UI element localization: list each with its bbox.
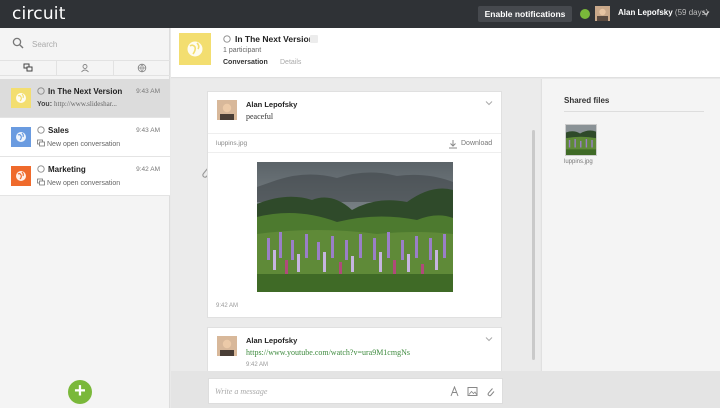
open-conversation-icon <box>37 165 45 173</box>
attach-file-icon[interactable] <box>485 386 496 397</box>
globe-icon <box>16 132 26 142</box>
tab-people[interactable] <box>57 61 114 75</box>
globe-icon <box>137 63 147 73</box>
tab-conversations[interactable] <box>0 61 57 75</box>
participant-count[interactable]: 1 participant <box>223 47 261 54</box>
shared-files-divider <box>564 111 704 112</box>
new-conversation-icon <box>37 178 45 186</box>
conversation-item[interactable]: Marketing 9:42 AM New open conversation <box>0 157 170 196</box>
conversation-title: Sales <box>48 126 69 135</box>
message-text: peaceful <box>246 112 274 121</box>
conversation-item[interactable]: Sales 9:43 AM New open conversation <box>0 118 170 157</box>
sidebar: In The Next Version 9:43 AM You: http://… <box>0 28 170 408</box>
shared-files-panel: Shared files luppins.jpg <box>541 79 720 371</box>
tab-details[interactable]: Details <box>280 59 301 66</box>
message-card: Alan Lepofsky https://www.youtube.com/wa… <box>207 327 502 371</box>
conversation-item[interactable]: In The Next Version 9:43 AM You: http://… <box>0 79 170 118</box>
conversation-preview: New open conversation <box>37 178 163 187</box>
open-conversation-icon <box>37 87 45 95</box>
message-time: 9:42 AM <box>216 303 239 309</box>
author-name: Alan Lepofsky <box>246 336 298 345</box>
message-time: 9:42 AM <box>246 362 269 368</box>
shared-files-title: Shared files <box>564 96 610 105</box>
new-conversation-icon <box>37 139 45 147</box>
conversation-time: 9:42 AM <box>136 166 160 173</box>
enable-notifications-button[interactable]: Enable notifications <box>478 6 572 22</box>
globe-icon <box>16 93 26 103</box>
message-menu-chevron-down-icon[interactable] <box>485 99 493 107</box>
tab-conversation[interactable]: Conversation <box>223 59 268 66</box>
search-icon <box>12 37 24 49</box>
shared-file-name[interactable]: luppins.jpg <box>564 159 593 165</box>
user-name[interactable]: Alan Lepofsky (59 days) <box>618 8 708 17</box>
shared-file-thumbnail[interactable] <box>565 124 597 156</box>
tab-open-conversations[interactable] <box>114 61 170 75</box>
open-conversation-icon <box>223 35 231 43</box>
author-avatar <box>217 336 237 356</box>
image-icon[interactable] <box>467 386 478 397</box>
conversation-time: 9:43 AM <box>136 88 160 95</box>
stream-scrollbar[interactable] <box>532 130 535 360</box>
attached-photo[interactable] <box>257 162 453 292</box>
search-row <box>0 28 170 60</box>
conversations-icon <box>23 63 33 72</box>
conversation-title: In The Next Version <box>235 34 314 44</box>
conversation-preview: New open conversation <box>37 139 163 148</box>
conversation-title: In The Next Version <box>48 87 123 96</box>
conversation-avatar <box>11 127 31 147</box>
user-menu-chevron-down-icon[interactable] <box>702 9 710 17</box>
attachment-file-name[interactable]: luppins.jpg <box>216 140 247 147</box>
user-avatar[interactable] <box>595 6 610 21</box>
conversation-avatar <box>11 88 31 108</box>
message-card: Alan Lepofsky peaceful luppins.jpg Downl… <box>207 91 502 318</box>
composer-box <box>208 378 503 404</box>
conversation-avatar <box>179 33 211 65</box>
top-bar: circuit Enable notifications Alan Lepofs… <box>0 0 720 28</box>
globe-icon <box>16 171 26 181</box>
download-icon[interactable] <box>448 139 458 149</box>
people-icon <box>81 64 89 73</box>
app-logo: circuit <box>12 4 66 24</box>
globe-icon <box>187 41 203 57</box>
add-conversation-button[interactable]: + <box>68 380 92 404</box>
search-input[interactable] <box>32 36 152 52</box>
conversation-preview: You: http://www.slideshar... <box>37 100 117 108</box>
message-link[interactable]: https://www.youtube.com/watch?v=ura9M1cm… <box>246 348 410 357</box>
conversation-header: In The Next Version 1 participant Conver… <box>171 28 720 78</box>
conversation-time: 9:43 AM <box>136 127 160 134</box>
edit-title-icon[interactable] <box>310 35 318 43</box>
download-button[interactable]: Download <box>461 140 492 147</box>
conversation-title: Marketing <box>48 165 86 174</box>
sidebar-tabs <box>0 60 170 76</box>
open-conversation-icon <box>37 126 45 134</box>
attachment-bar: luppins.jpg Download <box>208 133 501 153</box>
status-indicator-icon[interactable] <box>580 9 590 19</box>
text-format-icon[interactable] <box>449 386 460 397</box>
author-avatar <box>217 100 237 120</box>
author-name: Alan Lepofsky <box>246 100 298 109</box>
composer-area <box>171 371 720 408</box>
message-input[interactable] <box>215 385 435 397</box>
message-menu-chevron-down-icon[interactable] <box>485 335 493 343</box>
conversation-avatar <box>11 166 31 186</box>
